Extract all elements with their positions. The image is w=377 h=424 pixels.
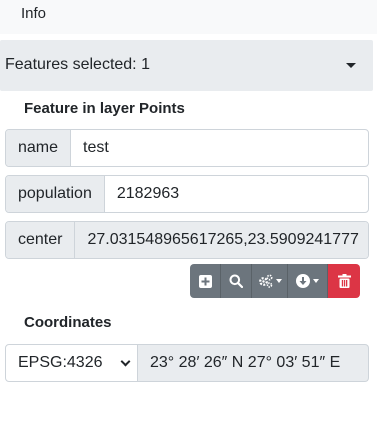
coordinates-value[interactable]: 23° 28′ 26″ N 27° 03′ 51″ E bbox=[138, 344, 369, 382]
tools-dropdown-button[interactable] bbox=[252, 264, 288, 298]
caret-down-icon bbox=[313, 279, 319, 283]
zoom-to-feature-button[interactable] bbox=[221, 264, 252, 298]
download-icon bbox=[296, 274, 310, 288]
tab-info-label: Info bbox=[21, 5, 47, 22]
caret-down-icon bbox=[346, 63, 356, 68]
attribute-value-population[interactable]: 2182963 bbox=[105, 176, 368, 212]
attribute-row-center: center 27.031548965617265,23.5909241777 bbox=[5, 221, 369, 259]
attribute-key: population bbox=[6, 176, 105, 212]
coordinates-row: EPSG:4326 23° 28′ 26″ N 27° 03′ 51″ E bbox=[5, 344, 369, 382]
attribute-value-name[interactable]: test bbox=[71, 130, 368, 166]
attribute-key: center bbox=[6, 222, 76, 258]
delete-button[interactable] bbox=[328, 264, 360, 298]
trash-icon bbox=[337, 274, 351, 288]
chevron-down-icon bbox=[120, 356, 131, 366]
tab-info[interactable]: Info bbox=[0, 0, 377, 34]
feature-toolbar bbox=[190, 264, 360, 298]
attribute-row-name: name test bbox=[5, 129, 369, 167]
features-selected-toggle[interactable]: Features selected: 1 bbox=[0, 40, 373, 91]
attribute-value-center[interactable]: 27.031548965617265,23.5909241777 bbox=[75, 222, 368, 258]
cogs-icon bbox=[258, 274, 273, 288]
attribute-row-population: population 2182963 bbox=[5, 175, 369, 213]
feature-title: Feature in layer Points bbox=[24, 100, 185, 117]
add-button[interactable] bbox=[190, 264, 221, 298]
caret-down-icon bbox=[275, 279, 282, 283]
attribute-key: name bbox=[6, 130, 72, 166]
crs-selected-value: EPSG:4326 bbox=[18, 354, 103, 371]
info-panel: Info Features selected: 1 Feature in lay… bbox=[0, 0, 377, 424]
download-dropdown-button[interactable] bbox=[288, 264, 328, 298]
plus-square-icon bbox=[198, 274, 212, 288]
coordinates-title: Coordinates bbox=[24, 314, 112, 331]
features-selected-label: Features selected: 1 bbox=[5, 56, 150, 73]
crs-select[interactable]: EPSG:4326 bbox=[5, 344, 138, 382]
search-icon bbox=[229, 274, 243, 288]
